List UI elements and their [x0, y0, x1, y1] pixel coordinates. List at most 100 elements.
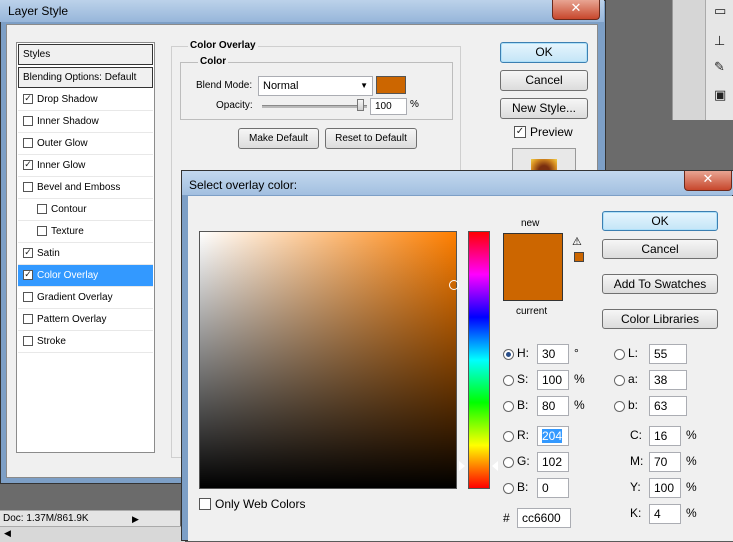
- hsb-radio-1[interactable]: [503, 375, 514, 386]
- cmyk-input-1[interactable]: 70: [649, 452, 681, 472]
- make-default-button[interactable]: Make Default: [238, 128, 319, 149]
- cmyk-label-2: Y:: [630, 480, 641, 494]
- history-brush-icon[interactable]: ✎: [714, 60, 730, 75]
- color-picker-close-button[interactable]: ✕: [684, 171, 732, 191]
- style-item-outer-glow[interactable]: Outer Glow: [18, 133, 153, 155]
- style-checkbox[interactable]: [23, 314, 33, 324]
- style-item-label: Stroke: [37, 336, 66, 347]
- style-checkbox[interactable]: [37, 204, 47, 214]
- horizontal-scrollbar[interactable]: ◀: [0, 526, 185, 542]
- hsb-input-0[interactable]: 30: [537, 344, 569, 364]
- only-web-colors-checkbox[interactable]: [199, 498, 211, 510]
- cmyk-input-2[interactable]: 100: [649, 478, 681, 498]
- layer-style-titlebar[interactable]: [0, 0, 604, 22]
- style-item-stroke[interactable]: Stroke: [18, 331, 153, 353]
- hsb-unit-2: %: [574, 398, 585, 412]
- style-item-satin[interactable]: ✓ Satin: [18, 243, 153, 265]
- lab-radio-2[interactable]: [614, 401, 625, 412]
- style-item-bevel-and-emboss[interactable]: Bevel and Emboss: [18, 177, 153, 199]
- style-item-texture[interactable]: Texture: [18, 221, 153, 243]
- hsb-label-2: B:: [517, 398, 529, 412]
- lab-radio-0[interactable]: [614, 349, 625, 360]
- picker-ok-button[interactable]: OK: [602, 211, 718, 231]
- blending-options-header[interactable]: Blending Options: Default: [18, 67, 153, 88]
- hsb-radio-0[interactable]: [503, 349, 514, 360]
- style-checkbox[interactable]: [37, 226, 47, 236]
- style-checkbox[interactable]: ✓: [23, 94, 33, 104]
- reset-default-button[interactable]: Reset to Default: [325, 128, 417, 149]
- style-item-contour[interactable]: Contour: [18, 199, 153, 221]
- style-item-gradient-overlay[interactable]: Gradient Overlay: [18, 287, 153, 309]
- style-checkbox[interactable]: [23, 138, 33, 148]
- rgb-label-2: B:: [517, 480, 529, 494]
- cmyk-input-3[interactable]: 4: [649, 504, 681, 524]
- gamut-warning-icon[interactable]: ⚠: [572, 235, 582, 248]
- color-field-cursor[interactable]: [449, 280, 459, 290]
- opacity-unit: %: [410, 99, 419, 110]
- style-item-inner-shadow[interactable]: Inner Shadow: [18, 111, 153, 133]
- style-item-inner-glow[interactable]: ✓ Inner Glow: [18, 155, 153, 177]
- lab-input-0[interactable]: 55: [649, 344, 687, 364]
- color-libraries-button[interactable]: Color Libraries: [602, 309, 718, 329]
- style-item-color-overlay[interactable]: ✓ Color Overlay: [18, 265, 153, 287]
- status-menu-icon[interactable]: ▶: [132, 511, 139, 527]
- rgb-input-0[interactable]: 204: [537, 426, 569, 446]
- add-to-swatches-button[interactable]: Add To Swatches: [602, 274, 718, 294]
- styles-header[interactable]: Styles: [18, 44, 153, 65]
- layer-style-title: Layer Style: [8, 4, 69, 18]
- cmyk-value-0: 16: [654, 429, 668, 443]
- rgb-radio-1[interactable]: [503, 457, 514, 468]
- lab-input-2[interactable]: 63: [649, 396, 687, 416]
- doc-size-text: Doc: 1.37M/861.9K: [3, 513, 89, 524]
- hsb-input-1[interactable]: 100: [537, 370, 569, 390]
- cmyk-input-0[interactable]: 16: [649, 426, 681, 446]
- picker-cancel-button[interactable]: Cancel: [602, 239, 718, 259]
- lab-input-1[interactable]: 38: [649, 370, 687, 390]
- tool-icon[interactable]: ▭: [714, 4, 730, 19]
- eraser-tool-icon[interactable]: ▣: [714, 88, 730, 103]
- opacity-input[interactable]: 100: [370, 98, 407, 115]
- ok-button[interactable]: OK: [500, 42, 588, 63]
- color-overlay-title: Color Overlay: [188, 40, 258, 51]
- rgb-input-2[interactable]: 0: [537, 478, 569, 498]
- style-checkbox[interactable]: [23, 292, 33, 302]
- rgb-radio-2[interactable]: [503, 483, 514, 494]
- cmyk-label-0: C:: [630, 428, 642, 442]
- lab-radio-1[interactable]: [614, 375, 625, 386]
- hsb-input-2[interactable]: 80: [537, 396, 569, 416]
- hsb-label-0: H:: [517, 346, 529, 360]
- stamp-tool-icon[interactable]: ⊥: [714, 34, 730, 49]
- current-color-swatch[interactable]: [503, 266, 563, 301]
- opacity-slider-thumb[interactable]: [357, 99, 364, 111]
- style-checkbox[interactable]: [23, 116, 33, 126]
- hex-input[interactable]: cc6600: [517, 508, 571, 528]
- cancel-button[interactable]: Cancel: [500, 70, 588, 91]
- style-item-label: Inner Glow: [37, 160, 86, 171]
- cmyk-value-3: 4: [654, 507, 661, 521]
- style-item-label: Drop Shadow: [37, 94, 98, 105]
- preview-label: Preview: [530, 125, 573, 139]
- hue-slider[interactable]: [468, 231, 490, 489]
- gamut-color-swatch[interactable]: [574, 252, 584, 262]
- style-item-pattern-overlay[interactable]: Pattern Overlay: [18, 309, 153, 331]
- scroll-left-icon[interactable]: ◀: [4, 528, 11, 539]
- hue-arrow-left[interactable]: [459, 461, 465, 471]
- rgb-input-1[interactable]: 102: [537, 452, 569, 472]
- style-checkbox[interactable]: ✓: [23, 270, 33, 280]
- hsb-radio-2[interactable]: [503, 401, 514, 412]
- style-checkbox[interactable]: ✓: [23, 248, 33, 258]
- style-item-drop-shadow[interactable]: ✓ Drop Shadow: [18, 89, 153, 111]
- opacity-slider-track[interactable]: [262, 105, 367, 108]
- layer-style-close-button[interactable]: ✕: [552, 0, 600, 20]
- style-checkbox[interactable]: ✓: [23, 160, 33, 170]
- style-checkbox[interactable]: [23, 336, 33, 346]
- hue-arrow-right[interactable]: [492, 461, 498, 471]
- blend-mode-select[interactable]: Normal ▼: [258, 76, 373, 96]
- rgb-radio-0[interactable]: [503, 431, 514, 442]
- style-checkbox[interactable]: [23, 182, 33, 192]
- overlay-color-swatch[interactable]: [376, 76, 406, 94]
- saturation-brightness-field[interactable]: [199, 231, 457, 489]
- preview-checkbox[interactable]: ✓: [514, 126, 526, 138]
- new-style-button[interactable]: New Style...: [500, 98, 588, 119]
- new-label: new: [521, 218, 540, 229]
